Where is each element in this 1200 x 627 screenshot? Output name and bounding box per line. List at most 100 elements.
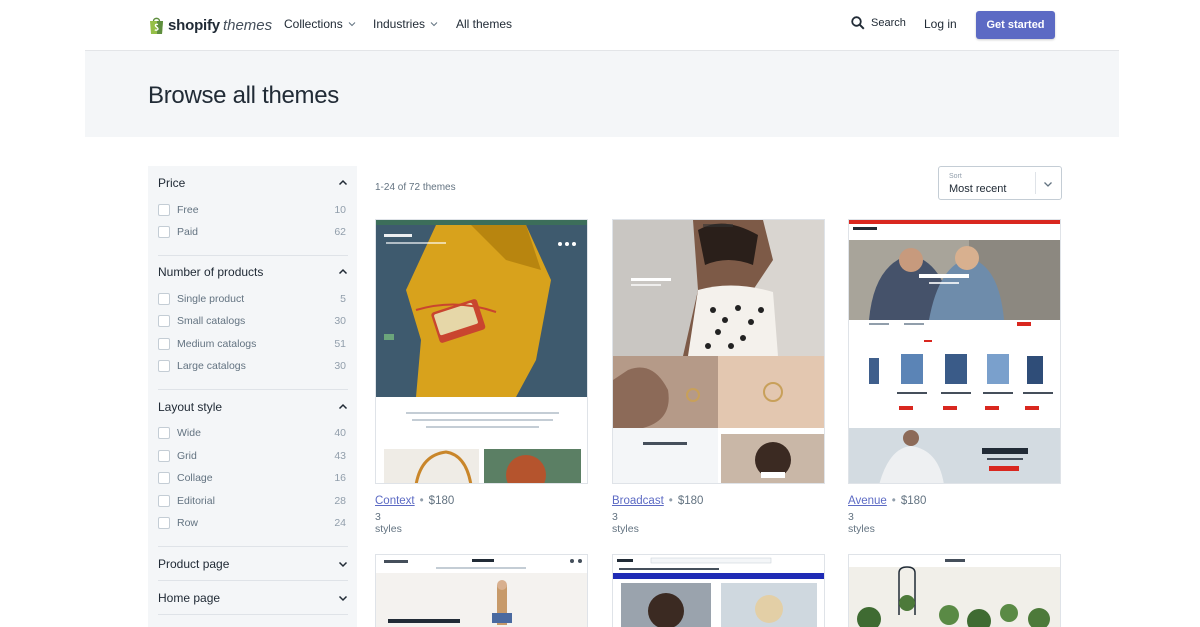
- filter-option-label: Editorial: [177, 495, 215, 507]
- filter-home-page-header[interactable]: Home page: [158, 590, 348, 606]
- filter-option-label: Large catalogs: [177, 360, 246, 372]
- shopify-bag-icon: [148, 16, 165, 35]
- checkbox[interactable]: [158, 472, 170, 484]
- filter-price-title: Price: [158, 176, 186, 190]
- filter-divider: [158, 580, 348, 581]
- search-icon: [851, 16, 865, 30]
- page-title: Browse all themes: [148, 82, 339, 109]
- filter-option-wide[interactable]: Wide 40: [158, 426, 346, 440]
- filter-sidebar: Price Free 10 Paid 62 Number of products…: [148, 166, 357, 627]
- filter-group-price: Price: [158, 175, 348, 191]
- filter-option-row[interactable]: Row 24: [158, 516, 346, 530]
- checkbox[interactable]: [158, 450, 170, 462]
- checkbox[interactable]: [158, 315, 170, 327]
- filter-option-label: Row: [177, 517, 199, 529]
- filter-group-products: Number of products: [158, 264, 348, 280]
- theme-name-link[interactable]: Broadcast: [612, 495, 664, 507]
- filter-group-layout: Layout style: [158, 399, 348, 415]
- filter-option-medium-catalogs[interactable]: Medium catalogs 51: [158, 337, 346, 351]
- checkbox[interactable]: [158, 204, 170, 216]
- filter-option-collage[interactable]: Collage 16: [158, 471, 346, 485]
- filter-divider: [158, 614, 348, 615]
- theme-preview-image: [849, 555, 1060, 627]
- sort-label: Sort: [949, 173, 962, 180]
- login-link[interactable]: Log in: [924, 17, 957, 31]
- theme-caption: Broadcast • $180: [612, 495, 703, 507]
- checkbox[interactable]: [158, 495, 170, 507]
- filter-option-small-catalogs[interactable]: Small catalogs 30: [158, 314, 346, 328]
- theme-caption: Context • $180: [375, 495, 454, 507]
- filter-option-editorial[interactable]: Editorial 28: [158, 494, 346, 508]
- theme-preview-boost[interactable]: [612, 554, 825, 627]
- filter-product-page-header[interactable]: Product page: [158, 556, 348, 572]
- filter-divider: [158, 255, 348, 256]
- filter-divider: [158, 546, 348, 547]
- filter-option-label: Paid: [177, 226, 199, 238]
- logo-wordmark: shopify: [168, 16, 220, 34]
- chevron-down-icon: [338, 595, 348, 602]
- checkbox[interactable]: [158, 226, 170, 238]
- theme-styles-count: 3 styles: [848, 511, 875, 535]
- theme-name-link[interactable]: Context: [375, 495, 415, 507]
- filter-price-header[interactable]: Price: [158, 175, 348, 191]
- filter-option-count: 51: [334, 338, 346, 350]
- get-started-button[interactable]: Get started: [976, 11, 1055, 39]
- theme-preview-story[interactable]: [375, 554, 588, 627]
- theme-preview-broadcast[interactable]: [612, 219, 825, 484]
- filter-home-page-title: Home page: [158, 591, 221, 605]
- nav-industries-label: Industries: [373, 17, 426, 31]
- checkbox[interactable]: [158, 293, 170, 305]
- top-nav-bar: shopify themes Collections Industries Al…: [0, 0, 1200, 50]
- filter-products-header[interactable]: Number of products: [158, 264, 348, 280]
- filter-option-label: Medium catalogs: [177, 338, 257, 350]
- filter-option-label: Small catalogs: [177, 315, 246, 327]
- theme-name-link[interactable]: Avenue: [848, 495, 887, 507]
- filter-option-count: 24: [334, 517, 346, 529]
- filter-option-count: 5: [340, 293, 346, 305]
- theme-price: $180: [428, 495, 455, 507]
- checkbox[interactable]: [158, 427, 170, 439]
- filter-option-count: 16: [334, 472, 346, 484]
- checkbox[interactable]: [158, 338, 170, 350]
- checkbox[interactable]: [158, 517, 170, 529]
- filter-group-product-page: Product page: [158, 556, 348, 572]
- filter-option-count: 30: [334, 315, 346, 327]
- theme-preview-image: [613, 555, 824, 627]
- chevron-down-icon: [338, 561, 348, 568]
- page-hero: Browse all themes: [85, 51, 1119, 137]
- search-label: Search: [871, 17, 906, 29]
- filter-option-label: Wide: [177, 427, 201, 439]
- sort-select[interactable]: Sort Most recent: [938, 166, 1062, 200]
- theme-price: $180: [900, 495, 927, 507]
- logo-subtitle: themes: [222, 16, 273, 34]
- theme-preview-plants[interactable]: [848, 554, 1061, 627]
- nav-all-themes[interactable]: All themes: [456, 17, 512, 31]
- sort-divider: [1035, 172, 1036, 194]
- separator-dot: •: [419, 495, 424, 507]
- filter-option-label: Free: [177, 204, 199, 216]
- nav-industries[interactable]: Industries: [373, 17, 438, 31]
- filter-option-label: Grid: [177, 450, 197, 462]
- search-button[interactable]: Search: [851, 16, 906, 30]
- checkbox[interactable]: [158, 360, 170, 372]
- theme-preview-avenue[interactable]: [848, 219, 1061, 484]
- theme-preview-image: [849, 220, 1060, 483]
- filter-option-count: 10: [334, 204, 346, 216]
- filter-option-free[interactable]: Free 10: [158, 203, 346, 217]
- filter-option-single-product[interactable]: Single product 5: [158, 292, 346, 306]
- chevron-down-icon: [430, 22, 438, 27]
- chevron-down-icon: [348, 22, 356, 27]
- filter-layout-title: Layout style: [158, 400, 223, 414]
- theme-preview-context[interactable]: [375, 219, 588, 484]
- filter-option-count: 28: [334, 495, 346, 507]
- filter-option-large-catalogs[interactable]: Large catalogs 30: [158, 359, 346, 373]
- filter-option-count: 43: [334, 450, 346, 462]
- theme-preview-image: [376, 555, 587, 627]
- theme-preview-image: [376, 220, 587, 483]
- shopify-themes-logo[interactable]: shopify themes: [148, 13, 272, 37]
- filter-layout-header[interactable]: Layout style: [158, 399, 348, 415]
- filter-option-grid[interactable]: Grid 43: [158, 449, 346, 463]
- separator-dot: •: [668, 495, 673, 507]
- filter-option-paid[interactable]: Paid 62: [158, 225, 346, 239]
- nav-collections[interactable]: Collections: [284, 17, 356, 31]
